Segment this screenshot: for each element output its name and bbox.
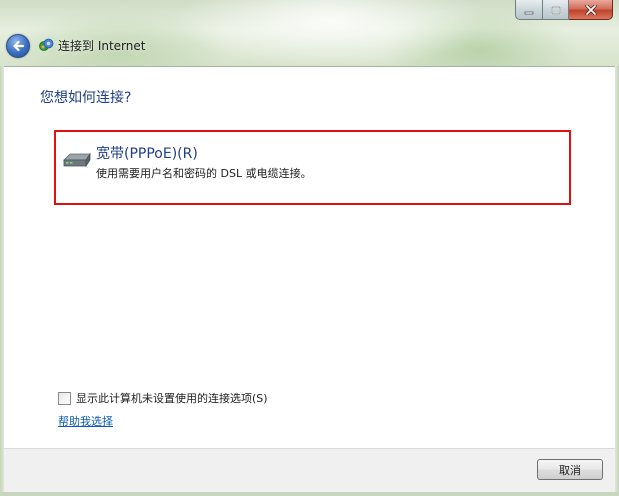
back-button[interactable] — [6, 34, 30, 58]
minimize-button[interactable] — [515, 0, 543, 20]
broadband-modem-icon — [62, 152, 92, 172]
window-frame-right — [615, 66, 619, 496]
cancel-button[interactable]: 取消 — [537, 459, 603, 480]
caption-buttons — [515, 0, 613, 20]
window-frame-bottom — [0, 492, 619, 496]
maximize-icon — [550, 0, 561, 19]
close-icon — [584, 0, 597, 19]
show-unsetup-options-row[interactable]: 显示此计算机未设置使用的连接选项(S) — [58, 390, 268, 406]
show-unsetup-options-checkbox[interactable] — [58, 391, 71, 405]
checkbox-label[interactable]: 显示此计算机未设置使用的连接选项(S) — [76, 390, 268, 406]
close-button[interactable] — [569, 0, 613, 20]
page-heading: 您想如何连接? — [40, 90, 132, 106]
option-title: 宽带(PPPoE)(R) — [96, 146, 198, 162]
broadband-pppoe-option[interactable]: 宽带(PPPoE)(R) 使用需要用户名和密码的 DSL 或电缆连接。 — [54, 130, 571, 205]
content-pane: 您想如何连接? 宽带(PPPoE)(R) 使用需要用户名和密码的 DSL 或电缆… — [4, 66, 615, 449]
footer-bar: 取消 — [4, 448, 615, 493]
network-globe-icon — [38, 37, 54, 53]
minimize-icon — [524, 0, 534, 19]
window-title: 连接到 Internet — [58, 39, 146, 53]
option-description: 使用需要用户名和密码的 DSL 或电缆连接。 — [96, 167, 312, 180]
maximize-button[interactable] — [543, 0, 569, 20]
help-me-choose-link[interactable]: 帮助我选择 — [58, 413, 113, 429]
